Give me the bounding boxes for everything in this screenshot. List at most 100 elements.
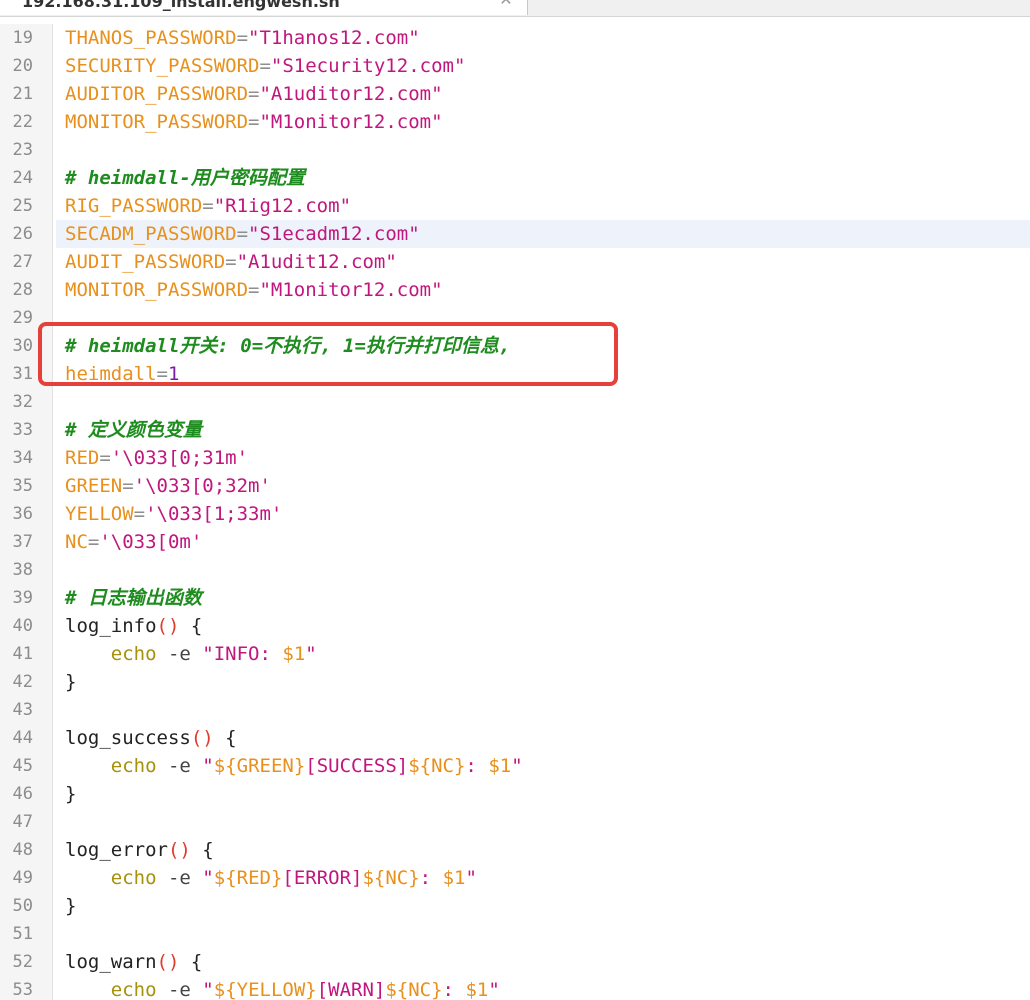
code-token: = — [99, 447, 111, 469]
code-line[interactable]: 48 log_error() { — [0, 836, 1030, 864]
code-token: AUDIT_PASSWORD — [65, 251, 226, 273]
code-line[interactable]: 45 echo -e "${GREEN}[SUCCESS]${NC}: $1" — [0, 752, 1030, 780]
line-content: RED='\033[0;31m' — [56, 444, 1030, 472]
code-token: ${GREEN} — [213, 755, 306, 777]
line-content: # 定义颜色变量 — [56, 416, 1030, 444]
code-token: } — [65, 895, 77, 917]
line-number: 43 — [12, 700, 33, 720]
line-content: AUDIT_PASSWORD="A1udit12.com" — [56, 248, 1030, 276]
code-line[interactable]: 37 NC='\033[0m' — [0, 528, 1030, 556]
tab-bar: 192.168.31.109_install.engwesh.sh ✕ — [0, 0, 1030, 17]
code-line[interactable]: 25 RIG_PASSWORD="R1ig12.com" — [0, 192, 1030, 220]
code-token: () — [156, 951, 180, 973]
tab-title: 192.168.31.109_install.engwesh.sh — [22, 0, 340, 11]
line-number: 53 — [12, 980, 33, 1000]
code-line[interactable]: 23 — [0, 136, 1030, 164]
code-line[interactable]: 39 # 日志输出函数 — [0, 584, 1030, 612]
code-line[interactable]: 42} — [0, 668, 1030, 696]
code-line[interactable]: 27 AUDIT_PASSWORD="A1udit12.com" — [0, 248, 1030, 276]
code-token: = — [248, 111, 260, 133]
line-number: 40 — [12, 616, 33, 636]
code-token: "M1onitor12.com" — [259, 279, 443, 301]
line-content: MONITOR_PASSWORD="M1onitor12.com" — [56, 108, 1030, 136]
code-token: = — [248, 279, 260, 301]
line-number: 36 — [12, 504, 33, 524]
code-line[interactable]: 24 # heimdall-用户密码配置 — [0, 164, 1030, 192]
code-line[interactable]: 22 MONITOR_PASSWORD="M1onitor12.com" — [0, 108, 1030, 136]
code-token: = — [156, 363, 168, 385]
code-token: = — [259, 55, 271, 77]
code-line[interactable]: 20 SECURITY_PASSWORD="S1ecurity12.com" — [0, 52, 1030, 80]
code-line[interactable]: 52 log_warn() { — [0, 948, 1030, 976]
code-token: } — [65, 783, 77, 805]
tab-file[interactable]: 192.168.31.109_install.engwesh.sh ✕ — [0, 0, 528, 15]
code-line[interactable]: 29 — [0, 304, 1030, 332]
code-line[interactable]: 43 — [0, 696, 1030, 724]
code-token: : — [442, 979, 466, 1000]
code-token: () — [167, 839, 191, 861]
code-token: AUDITOR_PASSWORD — [65, 83, 249, 105]
code-line[interactable]: 49 echo -e "${RED}[ERROR]${NC}: $1" — [0, 864, 1030, 892]
code-line[interactable]: 44 log_success() { — [0, 724, 1030, 752]
code-line[interactable]: 46} — [0, 780, 1030, 808]
line-content: # 日志输出函数 — [56, 584, 1030, 612]
code-token: # 定义颜色变量 — [65, 419, 202, 441]
line-content: echo -e "${RED}[ERROR]${NC}: $1" — [56, 864, 1030, 892]
code-line[interactable]: 28 MONITOR_PASSWORD="M1onitor12.com" — [0, 276, 1030, 304]
line-number: 21 — [12, 84, 33, 104]
code-line[interactable]: 32 — [0, 388, 1030, 416]
code-line[interactable]: 41 echo -e "INFO: $1" — [0, 640, 1030, 668]
code-token: THANOS_PASSWORD — [65, 27, 237, 49]
code-line[interactable]: 31 heimdall=1 — [0, 360, 1030, 388]
code-token: echo — [110, 867, 157, 889]
code-area[interactable]: 19 THANOS_PASSWORD="T1hanos12.com" 20 SECUR… — [0, 24, 1030, 1000]
line-content: SECURITY_PASSWORD="S1ecurity12.com" — [56, 52, 1030, 80]
line-content: log_success() { — [56, 724, 1030, 752]
code-line[interactable]: 50} — [0, 892, 1030, 920]
code-token: "S1ecadm12.com" — [248, 223, 420, 245]
code-token: = — [122, 475, 134, 497]
line-content: MONITOR_PASSWORD="M1onitor12.com" — [56, 276, 1030, 304]
code-token: " — [202, 755, 214, 777]
code-token: " — [202, 867, 214, 889]
code-line[interactable]: 47 — [0, 808, 1030, 836]
line-number: 46 — [12, 784, 33, 804]
code-line[interactable]: 33 # 定义颜色变量 — [0, 416, 1030, 444]
code-token: [WARN] — [316, 979, 386, 1000]
code-line[interactable]: 40 log_info() { — [0, 612, 1030, 640]
line-content: YELLOW='\033[1;33m' — [56, 500, 1030, 528]
code-token: echo — [110, 755, 157, 777]
code-token: YELLOW — [65, 503, 134, 525]
line-number: 52 — [12, 952, 33, 972]
code-line[interactable]: 36 YELLOW='\033[1;33m' — [0, 500, 1030, 528]
code-line[interactable]: 53 echo -e "${YELLOW}[WARN]${NC}: $1" — [0, 976, 1030, 1000]
line-content — [56, 136, 1030, 164]
code-line[interactable]: 51 — [0, 920, 1030, 948]
line-number: 41 — [12, 644, 33, 664]
code-token: # heimdall-用户密码配置 — [65, 167, 305, 189]
code-line[interactable]: 34 RED='\033[0;31m' — [0, 444, 1030, 472]
code-token: '\033[0m' — [99, 531, 203, 553]
code-token: "M1onitor12.com" — [259, 111, 443, 133]
code-editor[interactable]: 19 THANOS_PASSWORD="T1hanos12.com" 20 SECUR… — [0, 24, 1030, 1000]
code-line[interactable]: 21 AUDITOR_PASSWORD="A1uditor12.com" — [0, 80, 1030, 108]
code-token: MONITOR_PASSWORD — [65, 111, 249, 133]
code-token: RIG_PASSWORD — [65, 195, 203, 217]
code-line[interactable]: 30 # heimdall开关: 0=不执行, 1=执行并打印信息, — [0, 332, 1030, 360]
code-token: -e — [156, 755, 203, 777]
code-line[interactable]: 38 — [0, 556, 1030, 584]
code-token: heimdall — [65, 363, 157, 385]
code-line[interactable]: 19 THANOS_PASSWORD="T1hanos12.com" — [0, 24, 1030, 52]
code-token: ${RED} — [213, 867, 283, 889]
line-number: 44 — [12, 728, 33, 748]
close-icon[interactable]: ✕ — [496, 0, 516, 15]
code-token: -e — [156, 979, 203, 1000]
code-token: = — [225, 251, 237, 273]
line-content: NC='\033[0m' — [56, 528, 1030, 556]
code-line[interactable]: 35 GREEN='\033[0;32m' — [0, 472, 1030, 500]
code-token: { — [179, 615, 203, 637]
code-line[interactable]: 26 SECADM_PASSWORD="S1ecadm12.com" — [0, 220, 1030, 248]
line-number: 29 — [12, 308, 33, 328]
